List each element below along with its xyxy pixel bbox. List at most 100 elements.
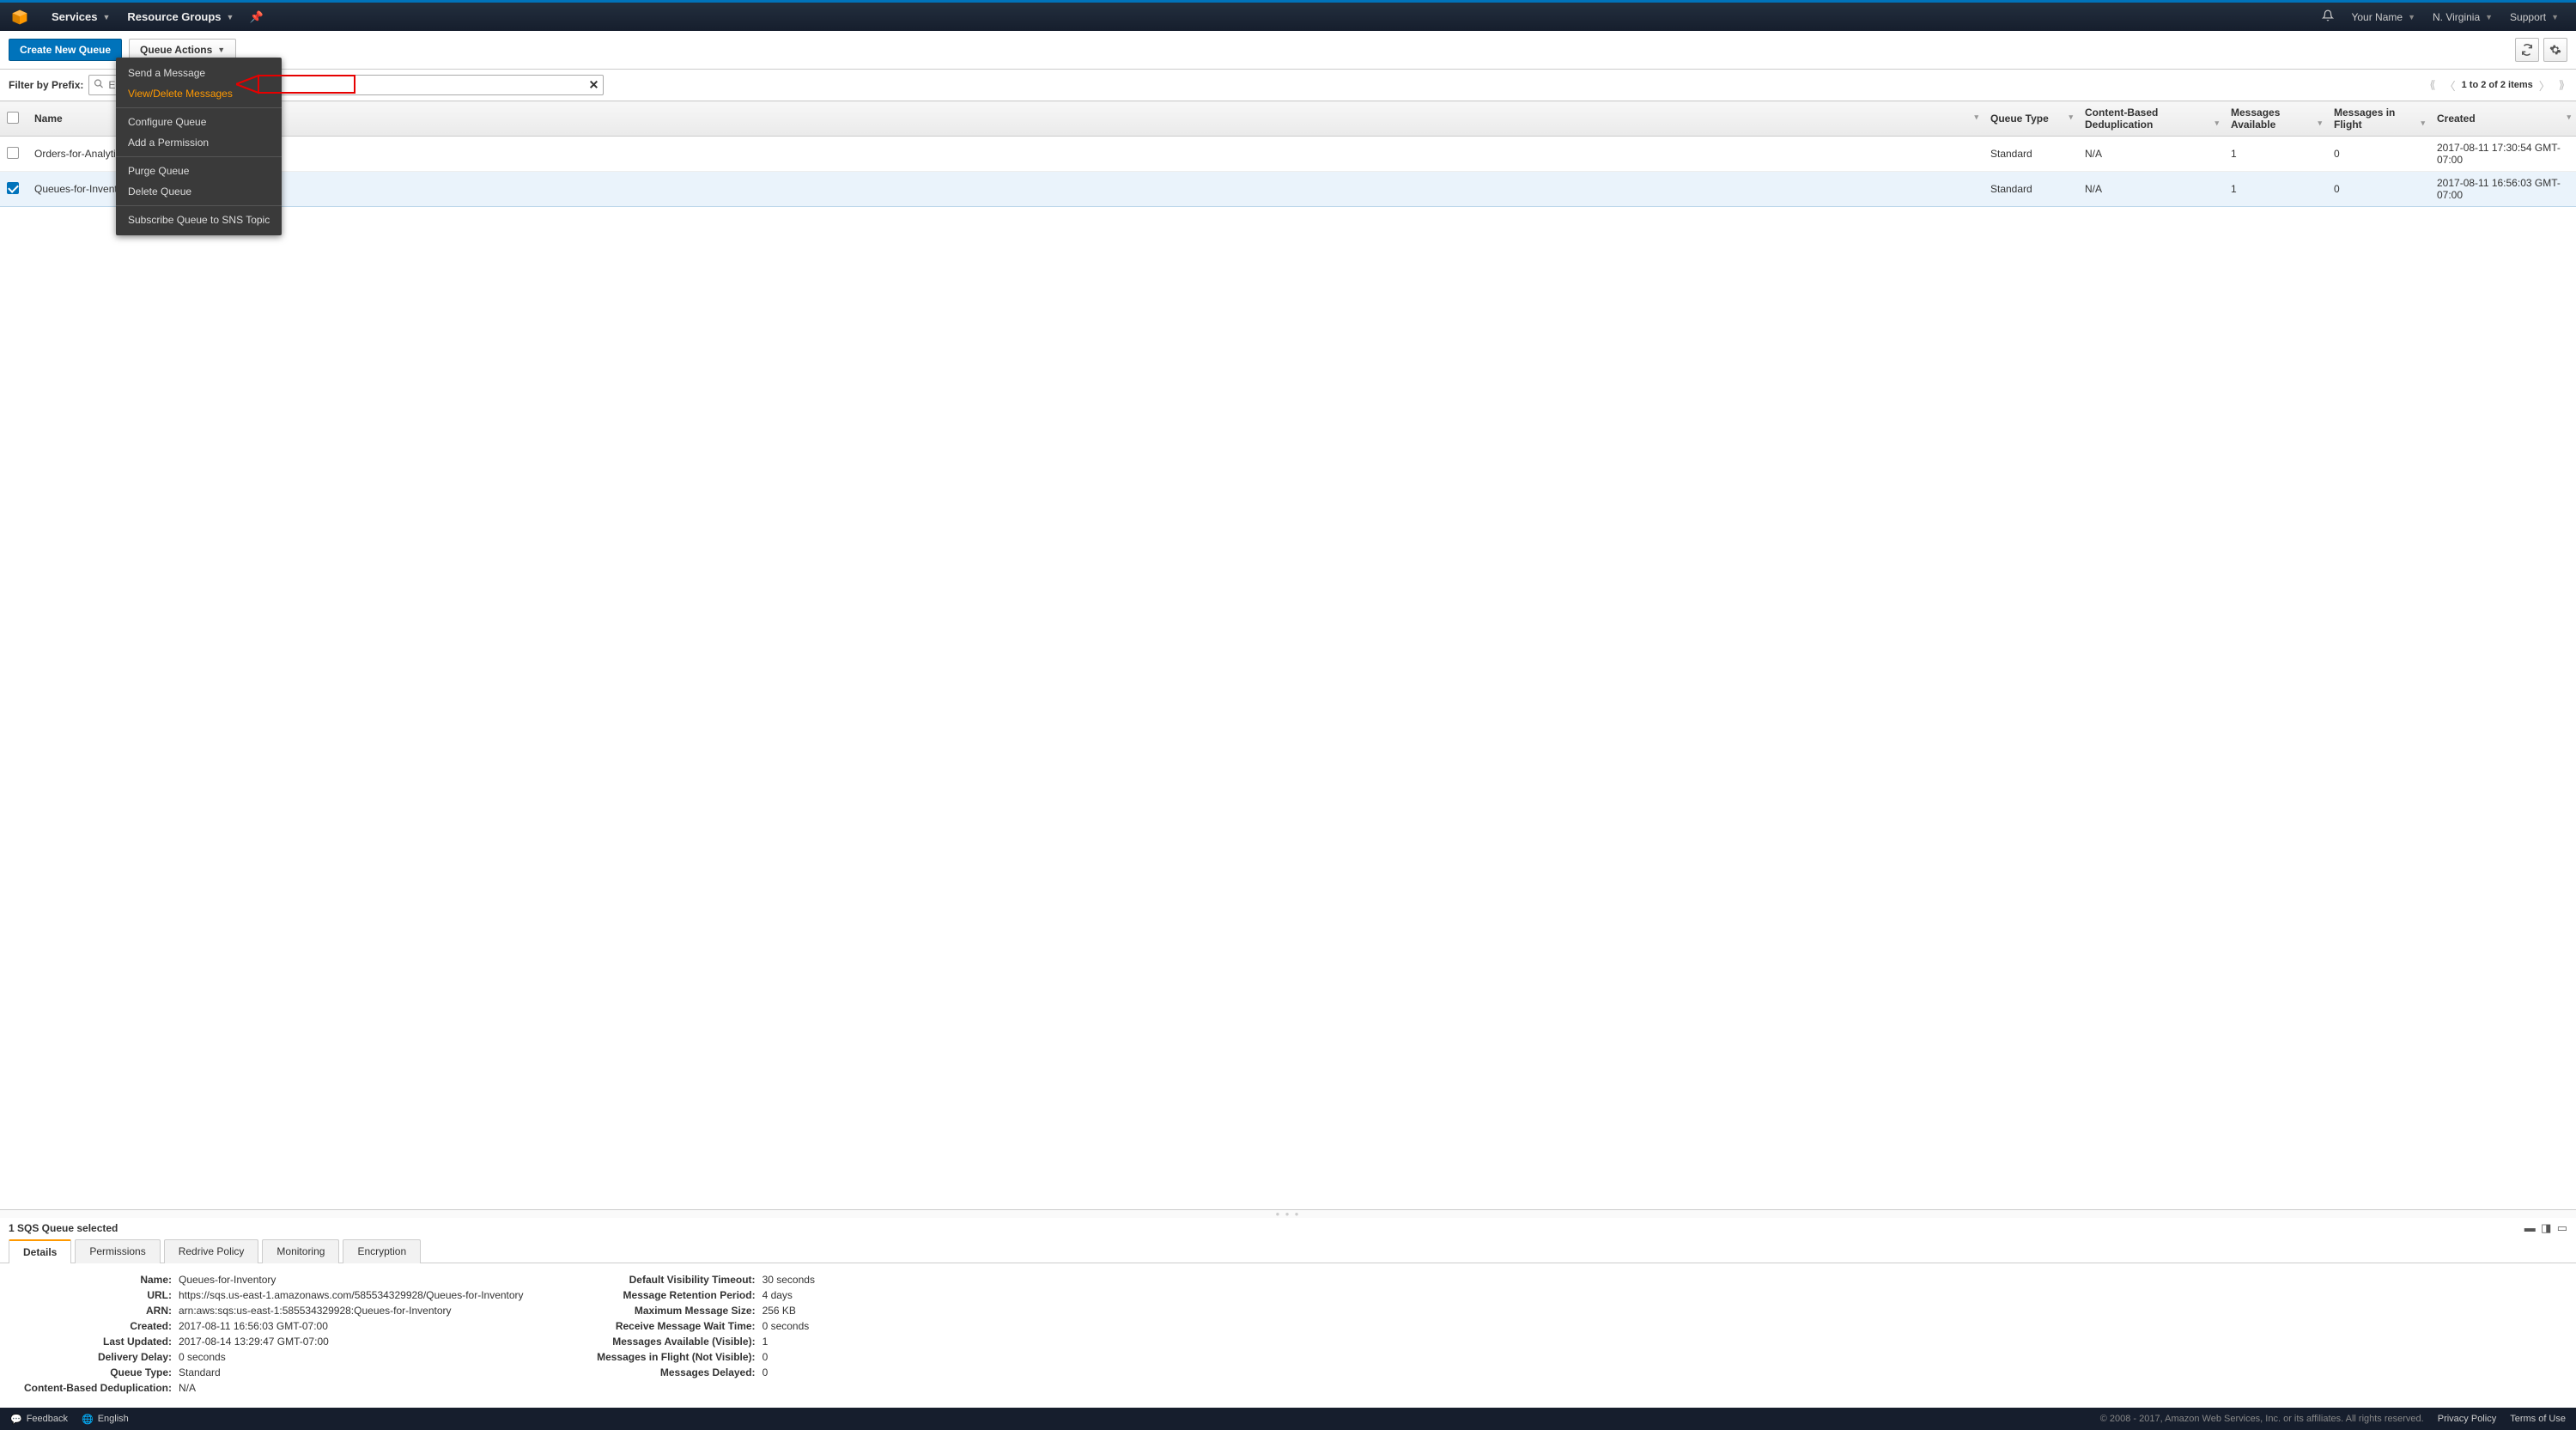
cell-queue-type: Standard: [1984, 172, 2078, 207]
col-dedup[interactable]: Content-Based Deduplication▾: [2078, 101, 2224, 137]
account-label: Your Name: [2351, 11, 2403, 23]
cell-created: 2017-08-11 16:56:03 GMT-07:00: [2430, 172, 2576, 207]
cell-created: 2017-08-11 17:30:54 GMT-07:00: [2430, 137, 2576, 172]
terms-of-use-link[interactable]: Terms of Use: [2510, 1414, 2566, 1424]
layout-full-icon[interactable]: ▭: [2557, 1221, 2567, 1234]
tab-permissions[interactable]: Permissions: [75, 1239, 160, 1263]
detail-key: URL:: [17, 1289, 172, 1301]
tab-redrive[interactable]: Redrive Policy: [164, 1239, 259, 1263]
language-link[interactable]: 🌐 English: [82, 1414, 129, 1425]
refresh-button[interactable]: [2515, 38, 2539, 62]
page-first-icon[interactable]: ⟪: [2427, 78, 2438, 92]
sort-icon: ▾: [2567, 113, 2571, 122]
detail-key: Default Visibility Timeout:: [575, 1274, 756, 1286]
account-menu[interactable]: Your Name ▼: [2342, 3, 2424, 31]
detail-key: Messages Available (Visible):: [575, 1336, 756, 1348]
tab-monitoring[interactable]: Monitoring: [262, 1239, 339, 1263]
cell-name: Queues-for-Inventory: [27, 172, 1984, 207]
pagination: ⟪ 〈 1 to 2 of 2 items 〉 ⟫: [2427, 77, 2567, 94]
detail-value: Queues-for-Inventory: [179, 1274, 276, 1286]
menu-configure-queue[interactable]: Configure Queue: [116, 112, 282, 132]
detail-value: 0 seconds: [762, 1320, 810, 1332]
row-checkbox[interactable]: [7, 147, 19, 159]
cell-msg-avail: 1: [2224, 137, 2327, 172]
tab-details[interactable]: Details: [9, 1239, 71, 1263]
cell-dedup: N/A: [2078, 137, 2224, 172]
filter-label: Filter by Prefix:: [9, 79, 83, 91]
col-msg-avail[interactable]: Messages Available▾: [2224, 101, 2327, 137]
table-row[interactable]: Orders-for-Analytics Standard N/A 1 0 20…: [0, 137, 2576, 172]
sort-icon: ▾: [2318, 119, 2322, 128]
detail-key: Receive Message Wait Time:: [575, 1320, 756, 1332]
details-panel: ● ● ● 1 SQS Queue selected ▬ ◨ ▭ Details…: [0, 1209, 2576, 1408]
detail-key: Queue Type:: [17, 1366, 172, 1378]
cell-msg-avail: 1: [2224, 172, 2327, 207]
copyright-text: © 2008 - 2017, Amazon Web Services, Inc.…: [2100, 1414, 2424, 1424]
resource-groups-menu[interactable]: Resource Groups ▼: [118, 3, 242, 31]
settings-button[interactable]: [2543, 38, 2567, 62]
cell-msg-flight: 0: [2327, 137, 2430, 172]
page-last-icon[interactable]: ⟫: [2556, 78, 2567, 92]
services-menu[interactable]: Services ▼: [43, 3, 118, 31]
details-right-column: Default Visibility Timeout:30 seconds Me…: [575, 1274, 815, 1397]
detail-value: 0: [762, 1366, 769, 1378]
page-next-icon[interactable]: 〉: [2537, 77, 2553, 94]
detail-key: Messages Delayed:: [575, 1366, 756, 1378]
col-msg-flight[interactable]: Messages in Flight▾: [2327, 101, 2430, 137]
select-all-header[interactable]: [0, 101, 27, 137]
table-row[interactable]: Queues-for-Inventory Standard N/A 1 0 20…: [0, 172, 2576, 207]
privacy-policy-link[interactable]: Privacy Policy: [2438, 1414, 2496, 1424]
services-label: Services: [52, 10, 98, 23]
detail-value: 4 days: [762, 1289, 793, 1301]
cell-queue-type: Standard: [1984, 137, 2078, 172]
create-queue-button[interactable]: Create New Queue: [9, 39, 122, 61]
region-label: N. Virginia: [2433, 11, 2480, 23]
detail-key: Delivery Delay:: [17, 1351, 172, 1363]
detail-value: 256 KB: [762, 1305, 796, 1317]
pin-icon[interactable]: 📌: [242, 10, 270, 24]
detail-value: 2017-08-11 16:56:03 GMT-07:00: [179, 1320, 328, 1332]
menu-add-permission[interactable]: Add a Permission: [116, 132, 282, 153]
filter-bar: Filter by Prefix: ✕ ⟪ 〈 1 to 2 of 2 item…: [0, 70, 2576, 100]
tab-encryption[interactable]: Encryption: [343, 1239, 421, 1263]
row-checkbox[interactable]: [7, 182, 19, 194]
resource-groups-label: Resource Groups: [127, 10, 221, 23]
caret-down-icon: ▼: [227, 13, 234, 21]
region-menu[interactable]: N. Virginia ▼: [2424, 3, 2501, 31]
menu-delete-queue[interactable]: Delete Queue: [116, 181, 282, 202]
cell-name: Orders-for-Analytics: [27, 137, 1984, 172]
menu-view-delete-messages[interactable]: View/Delete Messages: [116, 83, 282, 104]
detail-value: 0 seconds: [179, 1351, 226, 1363]
detail-key: Name:: [17, 1274, 172, 1286]
support-menu[interactable]: Support ▼: [2501, 3, 2567, 31]
queue-actions-dropdown: Send a Message View/Delete Messages Conf…: [116, 58, 282, 235]
layout-split-icon[interactable]: ◨: [2541, 1221, 2551, 1234]
clear-filter-icon[interactable]: ✕: [589, 78, 599, 93]
menu-subscribe-sns[interactable]: Subscribe Queue to SNS Topic: [116, 210, 282, 230]
panel-layout-controls: ▬ ◨ ▭: [2522, 1221, 2567, 1235]
detail-key: Messages in Flight (Not Visible):: [575, 1351, 756, 1363]
layout-bottom-icon[interactable]: ▬: [2524, 1221, 2536, 1234]
language-label: English: [98, 1414, 129, 1424]
col-created[interactable]: Created▾: [2430, 101, 2576, 137]
action-toolbar: Create New Queue Queue Actions ▼: [0, 31, 2576, 70]
detail-value: Standard: [179, 1366, 221, 1378]
panel-title: 1 SQS Queue selected: [9, 1222, 118, 1234]
menu-send-message[interactable]: Send a Message: [116, 63, 282, 83]
detail-value: 0: [762, 1351, 769, 1363]
detail-key: Message Retention Period:: [575, 1289, 756, 1301]
col-queue-type[interactable]: Queue Type▾: [1984, 101, 2078, 137]
feedback-link[interactable]: 💬 Feedback: [10, 1414, 68, 1425]
globe-icon: 🌐: [82, 1414, 94, 1425]
menu-purge-queue[interactable]: Purge Queue: [116, 161, 282, 181]
notifications-bell-icon[interactable]: [2313, 9, 2342, 24]
queue-actions-label: Queue Actions: [140, 44, 212, 56]
col-name[interactable]: Name▾: [27, 101, 1984, 137]
sort-icon: ▾: [2069, 113, 2073, 122]
detail-value: https://sqs.us-east-1.amazonaws.com/5855…: [179, 1289, 524, 1301]
panel-resize-handle[interactable]: ● ● ●: [0, 1210, 2576, 1218]
search-icon: [94, 79, 104, 92]
page-prev-icon[interactable]: 〈: [2442, 77, 2458, 94]
aws-logo-icon[interactable]: [9, 6, 31, 28]
caret-down-icon: ▼: [2408, 13, 2415, 21]
